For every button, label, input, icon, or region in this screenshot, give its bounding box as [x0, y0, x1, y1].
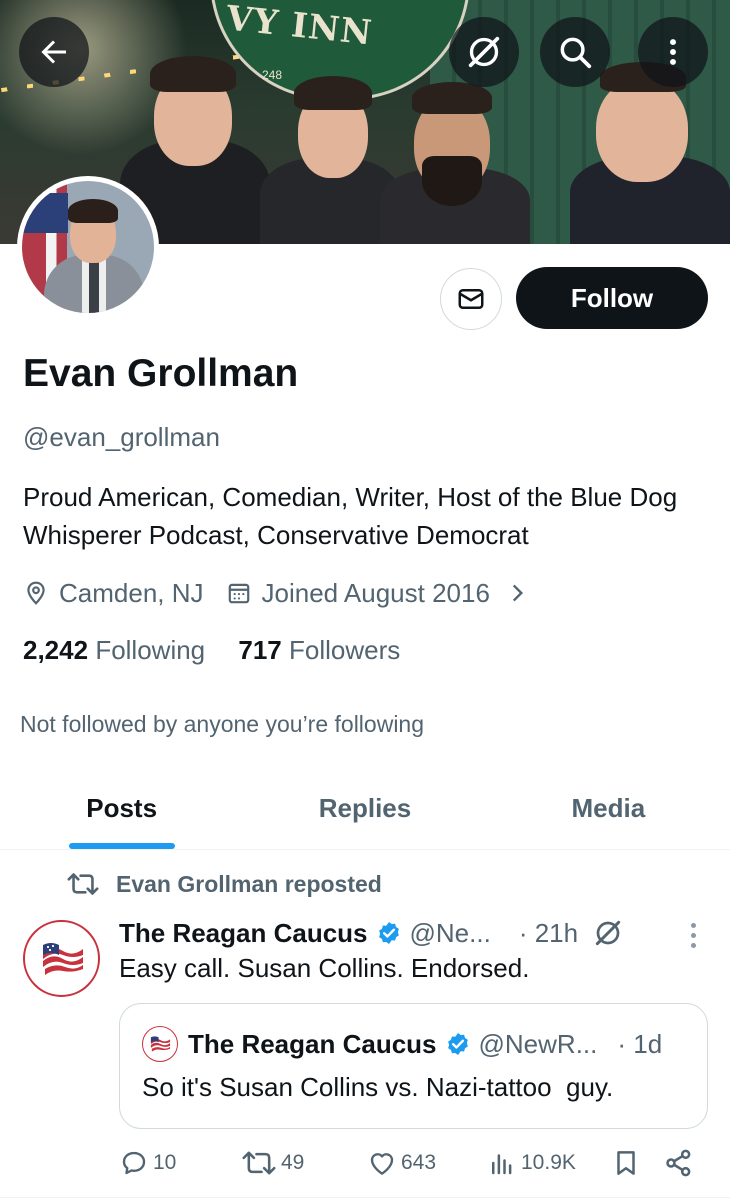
back-button[interactable] — [19, 17, 89, 87]
location-item: Camden, NJ — [23, 578, 204, 609]
active-tab-indicator — [68, 843, 175, 849]
grok-slash-icon[interactable] — [592, 917, 624, 949]
tab-media-label: Media — [571, 793, 646, 823]
repost-button[interactable]: 49 — [241, 1146, 304, 1180]
arrow-left-icon — [41, 40, 66, 64]
views-button[interactable]: 10.9K — [487, 1146, 576, 1180]
verified-badge-icon — [376, 920, 402, 946]
flag-logo-icon — [42, 942, 83, 975]
followers-label: Followers — [289, 635, 401, 665]
tab-replies[interactable]: Replies — [243, 768, 486, 849]
bookmark-button[interactable] — [611, 1146, 645, 1180]
profile-bio: Proud American, Comedian, Writer, Host o… — [23, 482, 678, 550]
like-button[interactable]: 643 — [367, 1146, 436, 1180]
post-timestamp[interactable]: · 21h — [519, 918, 578, 949]
share-icon — [666, 1149, 691, 1177]
quoted-author-name: The Reagan Caucus — [188, 1028, 437, 1059]
profile-handle: @evan_grollman — [23, 422, 220, 452]
post-more-button[interactable] — [680, 918, 706, 952]
quoted-post-text: So it's Susan Collins vs. Nazi-tattoo gu… — [142, 1072, 614, 1102]
post-author-handle[interactable]: @Ne... — [410, 918, 491, 949]
post-author-name[interactable]: The Reagan Caucus — [119, 918, 368, 949]
joined-text: Joined August 2016 — [261, 577, 490, 608]
followers-count: 717 — [238, 635, 282, 665]
post-divider — [0, 1197, 730, 1198]
share-button[interactable] — [663, 1146, 699, 1180]
repost-count: 49 — [281, 1151, 305, 1174]
profile-name: Evan Grollman — [23, 352, 299, 395]
grok-slash-icon — [468, 36, 500, 68]
tab-posts-label: Posts — [86, 793, 158, 823]
following-count: 2,242 — [23, 635, 89, 665]
quoted-author-avatar — [142, 1026, 178, 1062]
not-followed-notice: Not followed by anyone you’re following — [20, 711, 425, 737]
bookmark-icon — [617, 1151, 635, 1175]
repost-text: Evan Grollman reposted — [116, 870, 382, 897]
banner-sign-number: 248 — [262, 68, 283, 82]
post-actions: 10 49 643 10.9K — [119, 1146, 699, 1180]
banner-person-2 — [260, 70, 400, 244]
views-count: 10.9K — [521, 1151, 576, 1174]
following-link[interactable]: 2,242 Following — [23, 635, 205, 666]
followers-link[interactable]: 717 Followers — [238, 635, 400, 666]
location-text: Camden, NJ — [59, 577, 204, 608]
more-options-button[interactable] — [638, 17, 708, 87]
reply-count: 10 — [153, 1151, 177, 1174]
repost-indicator: Evan Grollman reposted — [66, 868, 382, 900]
quoted-post[interactable]: The Reagan Caucus @NewR... · 1d So it's … — [119, 1003, 708, 1129]
message-button[interactable] — [440, 268, 502, 330]
profile-tabs: Posts Replies Media — [0, 768, 730, 850]
location-pin-icon — [27, 581, 45, 605]
more-vertical-icon — [670, 39, 676, 65]
tab-posts[interactable]: Posts — [0, 768, 243, 849]
tab-media[interactable]: Media — [487, 768, 730, 849]
joined-item[interactable]: Joined August 2016 — [226, 578, 530, 609]
profile-meta: Camden, NJ Joined August 2016 — [23, 574, 530, 612]
reply-bubble-icon — [122, 1151, 146, 1175]
quoted-post-header: The Reagan Caucus @NewR... · 1d — [142, 1026, 662, 1062]
grok-button[interactable] — [449, 17, 519, 87]
following-label: Following — [95, 635, 206, 665]
search-icon — [560, 37, 592, 69]
envelope-icon — [458, 289, 484, 309]
flag-logo-icon — [150, 1036, 171, 1052]
verified-badge-icon — [445, 1031, 471, 1057]
quoted-author-handle: @NewR... — [478, 1028, 598, 1059]
like-count: 643 — [401, 1151, 437, 1174]
follow-button[interactable]: Follow — [516, 267, 708, 329]
post-author-avatar[interactable] — [23, 920, 100, 997]
profile-avatar[interactable] — [17, 176, 159, 318]
search-button[interactable] — [540, 17, 610, 87]
quoted-timestamp: · 1d — [617, 1028, 663, 1059]
chevron-right-icon[interactable] — [504, 580, 530, 606]
heart-icon — [370, 1153, 394, 1175]
calendar-icon — [228, 583, 249, 604]
avatar-photo — [22, 181, 154, 313]
repost-icon — [242, 1151, 276, 1175]
post-text: Easy call. Susan Collins. Endorsed. — [119, 953, 530, 983]
repost-icon — [67, 873, 99, 895]
tab-replies-label: Replies — [318, 793, 412, 823]
banner-person-3 — [380, 78, 530, 244]
profile-stats: 2,242 Following 717 Followers — [23, 635, 400, 666]
post-header: The Reagan Caucus @Ne... · 21h — [119, 915, 624, 951]
bar-chart-icon — [492, 1154, 512, 1175]
reply-button[interactable]: 10 — [119, 1146, 176, 1180]
